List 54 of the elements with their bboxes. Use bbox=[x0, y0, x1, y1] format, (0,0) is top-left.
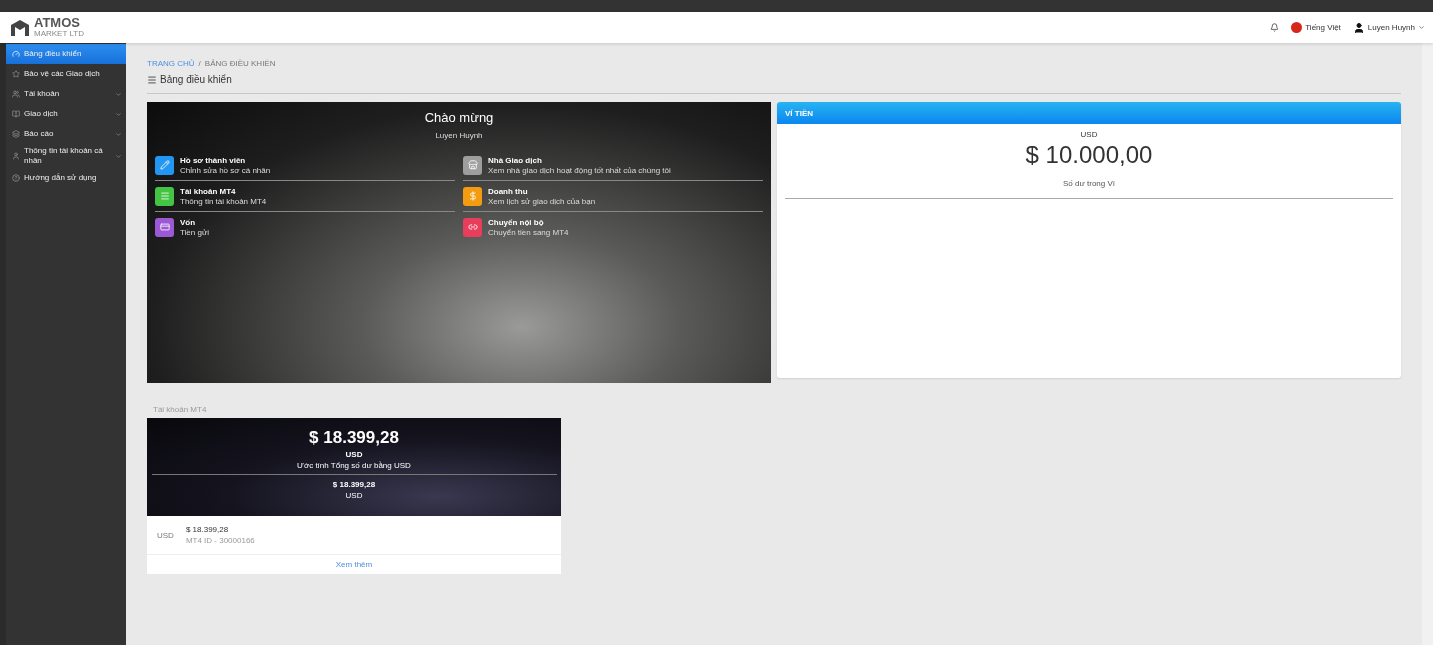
sidebar-item[interactable]: Thông tin tài khoản cá nhân bbox=[6, 144, 126, 168]
sidebar-item[interactable]: Hướng dẫn sử dụng bbox=[6, 168, 126, 188]
shortcut-subtitle: Thông tin tài khoản MT4 bbox=[180, 196, 267, 206]
wallet-balance: $ 10.000,00 bbox=[1025, 141, 1153, 169]
flag-icon bbox=[1291, 22, 1303, 33]
brand-tagline: MARKET LTD bbox=[34, 29, 84, 38]
shortcut-title: Nhà Giao dịch bbox=[488, 155, 543, 165]
shortcut-title: Vốn bbox=[180, 217, 197, 227]
list-icon bbox=[147, 74, 157, 85]
chevron-down-icon bbox=[1418, 24, 1425, 31]
shortcut-tile[interactable]: Doanh thu Xem lịch sử giao dịch của bạn bbox=[463, 181, 763, 212]
currency-label: USD bbox=[345, 491, 363, 500]
breadcrumb-current: BẢNG ĐIỀU KHIỂN bbox=[204, 59, 276, 68]
shortcut-subtitle: Chuyển tiền sang MT4 bbox=[488, 227, 569, 237]
sidebar-item[interactable]: Giao dịch bbox=[6, 104, 126, 124]
currency-label: USD bbox=[157, 530, 174, 540]
shortcut-tile[interactable]: Chuyển nội bộ Chuyển tiền sang MT4 bbox=[463, 212, 763, 242]
currency-label: USD bbox=[1080, 130, 1098, 139]
user-menu[interactable]: Luyen Huynh bbox=[1352, 21, 1425, 34]
shortcut-tile[interactable]: Nhà Giao dịch Xem nhà giao dịch hoạt động tốt nhất của chúng tôi bbox=[463, 150, 763, 181]
notification-bell-icon[interactable] bbox=[1270, 23, 1280, 32]
subtotal-balance: $ 18.399,28 bbox=[332, 480, 376, 489]
sidebar-item[interactable]: Tài khoản bbox=[6, 84, 126, 104]
shortcut-title: Hồ sơ thành viên bbox=[180, 155, 247, 165]
shortcut-title: Doanh thu bbox=[488, 186, 529, 196]
account-id: MT4 ID - 30000166 bbox=[185, 536, 255, 545]
shortcut-subtitle: Chỉnh sửa hồ sơ cá nhân bbox=[180, 165, 271, 175]
brand-name: ATMOS bbox=[34, 17, 81, 29]
shortcut-subtitle: Tiền gửi bbox=[180, 227, 210, 237]
account-balance: $ 18.399,28 bbox=[185, 525, 230, 534]
welcome-title: Chào mừng bbox=[424, 110, 494, 125]
balance-caption: Số dư trong Ví bbox=[1062, 179, 1116, 188]
shortcut-subtitle: Xem nhà giao dịch hoạt động tốt nhất của chúng tôi bbox=[488, 165, 671, 175]
wallet-header: VÍ TIỀN bbox=[777, 102, 1401, 124]
sidebar-item[interactable]: Bảo vệ các Giao dịch bbox=[6, 64, 126, 84]
shortcut-title: Tài khoản MT4 bbox=[180, 186, 237, 196]
see-more-link[interactable]: Xem thêm bbox=[335, 555, 373, 574]
sidebar-item[interactable]: Bảng điều khiển bbox=[6, 44, 126, 64]
user-name: Luyen Huynh bbox=[435, 131, 483, 140]
shortcut-tile[interactable]: Hồ sơ thành viên Chỉnh sửa hồ sơ cá nhân bbox=[155, 150, 455, 181]
logo-icon bbox=[10, 18, 30, 37]
balance-caption: Ước tính Tổng số dư bằng USD bbox=[297, 461, 411, 470]
total-balance: $ 18.399,28 bbox=[309, 428, 399, 448]
language-selector[interactable]: Tiếng Việt bbox=[1291, 22, 1341, 33]
page-title: Bảng điều khiển bbox=[160, 74, 232, 85]
shortcut-title: Chuyển nội bộ bbox=[488, 217, 545, 227]
currency-label: USD bbox=[345, 450, 363, 459]
shortcut-tile[interactable]: Tài khoản MT4 Thông tin tài khoản MT4 bbox=[155, 181, 455, 212]
breadcrumb-separator: / bbox=[198, 59, 201, 68]
section-label: Tài khoản MT4 bbox=[153, 405, 208, 414]
shortcut-subtitle: Xem lịch sử giao dịch của bạn bbox=[488, 196, 596, 206]
sidebar-item[interactable]: Báo cáo bbox=[6, 124, 126, 144]
shortcut-tile[interactable]: Vốn Tiền gửi bbox=[155, 212, 455, 242]
user-icon bbox=[1352, 21, 1365, 34]
